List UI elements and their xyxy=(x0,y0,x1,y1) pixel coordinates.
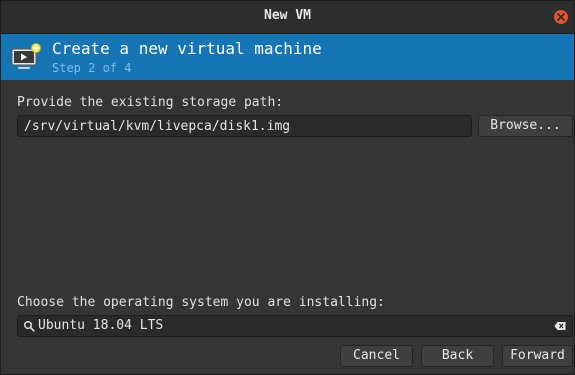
storage-path-label: Provide the existing storage path: xyxy=(17,95,284,110)
window-title: New VM xyxy=(264,8,311,23)
search-icon xyxy=(24,321,35,332)
os-search-field[interactable]: Ubuntu 18.04 LTS xyxy=(17,315,573,337)
storage-path-input[interactable] xyxy=(17,115,472,137)
back-button[interactable]: Back xyxy=(421,345,494,367)
os-label: Choose the operating system you are inst… xyxy=(17,295,385,310)
browse-button[interactable]: Browse... xyxy=(478,115,573,137)
virtual-machine-icon xyxy=(11,43,41,69)
wizard-header: Create a new virtual machine Step 2 of 4 xyxy=(1,34,574,80)
wizard-step: Step 2 of 4 xyxy=(52,61,132,75)
wizard-title: Create a new virtual machine xyxy=(52,39,322,58)
close-icon xyxy=(557,13,565,21)
os-search-value: Ubuntu 18.04 LTS xyxy=(38,318,164,333)
cancel-button[interactable]: Cancel xyxy=(340,345,413,367)
new-vm-dialog: New VM Create a new virtual machine Step… xyxy=(0,0,575,375)
clear-text-icon[interactable] xyxy=(554,321,566,331)
forward-button[interactable]: Forward xyxy=(502,345,573,367)
close-button[interactable] xyxy=(554,10,568,24)
titlebar: New VM xyxy=(1,1,574,34)
